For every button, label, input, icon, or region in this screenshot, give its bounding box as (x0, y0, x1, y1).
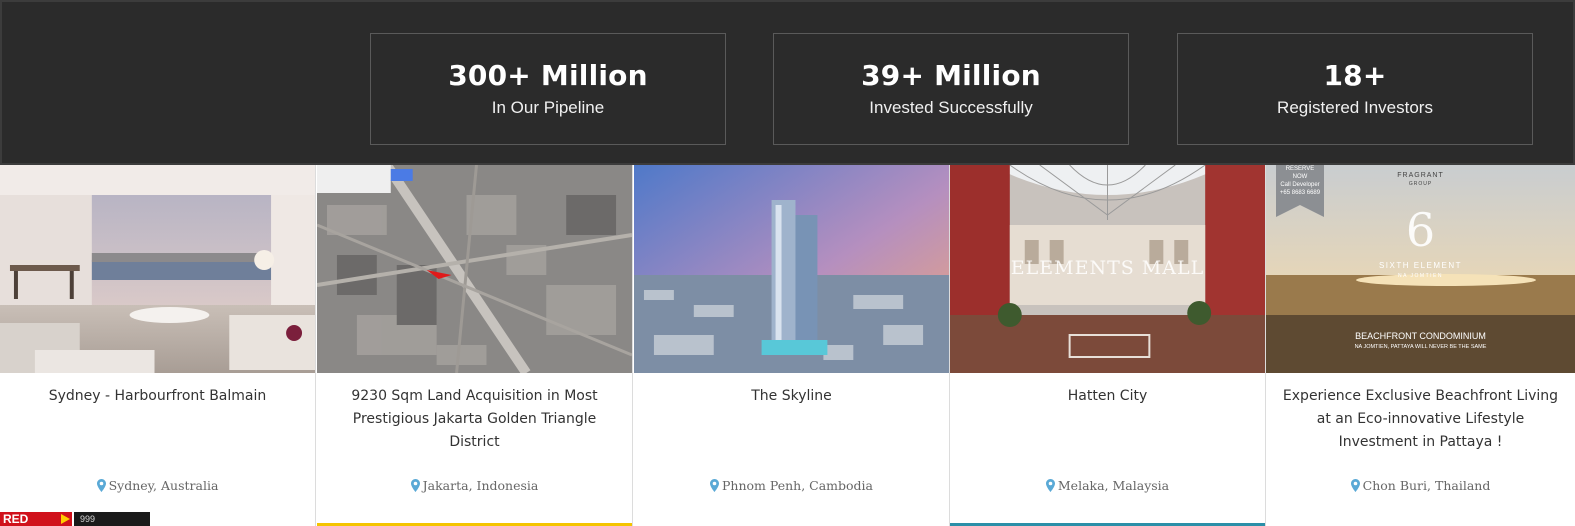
property-image[interactable]: RESERVE NOW Call Developer +65 8683 6689… (1266, 165, 1575, 373)
brand-text: FRAGRANT GROUP (1266, 171, 1575, 189)
property-image[interactable] (317, 165, 632, 373)
tagline-title: BEACHFRONT CONDOMINIUM (1355, 331, 1486, 341)
property-card-skyline[interactable]: The Skyline Phnom Penh, Cambodia (634, 165, 950, 526)
play-icon (61, 514, 70, 524)
map-pin-icon (1350, 479, 1360, 492)
stat-label: Registered Investors (1277, 98, 1433, 117)
property-image[interactable]: ELEMENTS MALL (950, 165, 1265, 373)
stat-label: In Our Pipeline (491, 98, 605, 117)
property-card-sixth-element[interactable]: RESERVE NOW Call Developer +65 8683 6689… (1266, 165, 1575, 526)
stat-value: 18+ (1323, 59, 1387, 92)
project-tagline: BEACHFRONT CONDOMINIUM NA JOMTIEN, PATTA… (1266, 331, 1575, 353)
stat-pipeline: 300+ Million In Our Pipeline (370, 33, 726, 145)
location-text: Melaka, Malaysia (1057, 478, 1170, 493)
badge-phone: +65 8683 6689 (1279, 190, 1321, 196)
brand-name: FRAGRANT (1397, 172, 1444, 179)
logo-text: RED (3, 512, 29, 526)
property-location: Phnom Penh, Cambodia (634, 478, 949, 493)
property-title[interactable]: Sydney - Harbourfront Balmain (0, 373, 315, 408)
project-name: SIXTH ELEMENT NA JOMTIEN (1266, 261, 1575, 281)
project-subtitle: NA JOMTIEN (1397, 273, 1443, 279)
stat-label: Invested Successfully (869, 98, 1033, 117)
stat-invested: 39+ Million Invested Successfully (773, 33, 1129, 145)
property-image[interactable] (634, 165, 949, 373)
project-logo-numeral: 6 (1405, 203, 1436, 257)
property-card-sydney[interactable]: Sydney - Harbourfront Balmain Sydney, Au… (0, 165, 316, 526)
stats-band: 300+ Million In Our Pipeline 39+ Million… (0, 0, 1575, 165)
property-title[interactable]: 9230 Sqm Land Acquisition in Most Presti… (317, 373, 632, 454)
map-pin-icon (709, 479, 719, 492)
property-title[interactable]: Hatten City (950, 373, 1265, 408)
property-title[interactable]: The Skyline (634, 373, 949, 408)
project-title: SIXTH ELEMENT (1378, 261, 1463, 270)
stat-value: 300+ Million (448, 59, 648, 92)
map-pin-icon (410, 479, 420, 492)
property-card-hatten[interactable]: ELEMENTS MALL Hatten City Melaka, Malays… (950, 165, 1266, 526)
partner-logo-red[interactable]: RED (0, 512, 72, 526)
property-location: Sydney, Australia (0, 478, 315, 493)
stat-investors: 18+ Registered Investors (1177, 33, 1533, 145)
property-title[interactable]: Experience Exclusive Beachfront Living a… (1266, 373, 1575, 454)
property-grid: Sydney - Harbourfront Balmain Sydney, Au… (0, 165, 1575, 526)
stat-value: 39+ Million (861, 59, 1041, 92)
location-text: Jakarta, Indonesia (422, 478, 539, 493)
brand-sub: GROUP (1408, 181, 1433, 187)
location-text: Sydney, Australia (108, 478, 219, 493)
property-location: Chon Buri, Thailand (1266, 478, 1575, 493)
location-text: Phnom Penh, Cambodia (721, 478, 873, 493)
property-location: Jakarta, Indonesia (317, 478, 632, 493)
map-pin-icon (1045, 479, 1055, 492)
partner-logo-999[interactable]: 999 (74, 512, 150, 526)
map-pin-icon (96, 479, 106, 492)
property-card-jakarta[interactable]: 9230 Sqm Land Acquisition in Most Presti… (317, 165, 633, 526)
property-image[interactable] (0, 165, 315, 373)
property-location: Melaka, Malaysia (950, 478, 1265, 493)
image-overlay-text: ELEMENTS MALL (1010, 257, 1205, 279)
tagline-subtitle: NA JOMTIEN, PATTAYA WILL NEVER BE THE SA… (1354, 344, 1487, 350)
logo-text: 999 (80, 514, 96, 524)
location-text: Chon Buri, Thailand (1362, 478, 1491, 493)
